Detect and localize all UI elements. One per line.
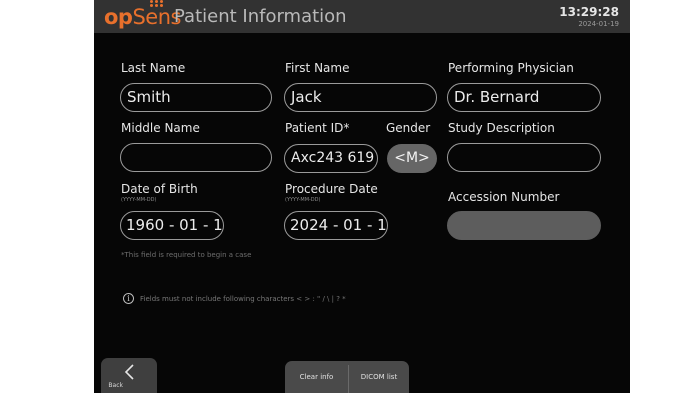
last-name-label: Last Name xyxy=(121,61,186,75)
required-field-note: *This field is required to begin a case xyxy=(121,251,252,259)
logo-dots-icon xyxy=(150,0,164,8)
accession-number-label: Accession Number xyxy=(448,190,560,204)
patient-information-screen: opSens Patient Information 13:29:28 2024… xyxy=(94,0,630,393)
date-of-birth-field[interactable]: 1960 - 01 - 16 xyxy=(120,211,224,240)
gender-label: Gender xyxy=(386,121,431,135)
middle-name-field[interactable] xyxy=(120,143,272,172)
gender-toggle-button[interactable]: <M> xyxy=(387,144,437,173)
date-of-birth-format-hint: (YYYY-MM-DD) xyxy=(121,197,157,203)
last-name-field[interactable]: Smith xyxy=(120,83,272,112)
clock-date: 2024-01-19 xyxy=(578,20,619,28)
back-label: Back xyxy=(108,382,123,389)
study-description-label: Study Description xyxy=(448,121,555,135)
first-name-label: First Name xyxy=(285,61,350,75)
clear-info-button[interactable]: Clear info xyxy=(285,361,348,393)
first-name-field[interactable]: Jack xyxy=(284,83,437,112)
dicom-list-button[interactable]: DICOM list xyxy=(349,361,409,393)
procedure-date-format-hint: (YYYY-MM-DD) xyxy=(285,197,321,203)
header-bar: opSens Patient Information 13:29:28 2024… xyxy=(94,0,630,33)
logo-op-text: op xyxy=(104,5,133,29)
procedure-date-label: Procedure Date xyxy=(285,182,378,196)
procedure-date-field[interactable]: 2024 - 01 - 19 xyxy=(284,211,388,240)
study-description-field[interactable] xyxy=(447,143,601,172)
performing-physician-label: Performing Physician xyxy=(448,61,574,75)
patient-id-label: Patient ID* xyxy=(285,121,350,135)
date-of-birth-label: Date of Birth xyxy=(121,182,198,196)
performing-physician-field[interactable]: Dr. Bernard xyxy=(447,83,601,112)
invalid-characters-note: Fields must not include following charac… xyxy=(140,295,346,303)
back-button[interactable]: Back xyxy=(101,358,157,393)
clock-time: 13:29:28 xyxy=(559,5,619,19)
opsens-logo: opSens xyxy=(104,0,181,29)
chevron-left-icon xyxy=(124,364,134,380)
page-title: Patient Information xyxy=(174,6,347,27)
middle-name-label: Middle Name xyxy=(121,121,200,135)
bottom-button-group: Clear info DICOM list xyxy=(285,361,409,393)
info-icon: i xyxy=(123,293,134,304)
accession-number-field xyxy=(447,211,601,240)
patient-id-field[interactable]: Axc243 619 xyxy=(284,144,378,173)
